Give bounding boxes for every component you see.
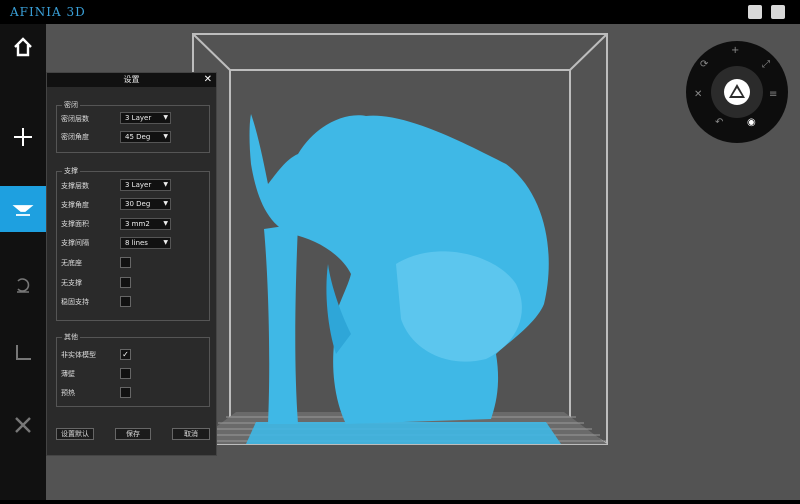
afinia-logo[interactable] (711, 66, 763, 118)
dropdown-arrow-icon: ▼ (163, 181, 168, 188)
seal-angle-label: 密闭角度 (61, 133, 89, 141)
eye-icon[interactable]: ◉ (747, 117, 756, 128)
sidebar-tools-button[interactable] (0, 402, 46, 448)
zoom-in-icon[interactable]: + (731, 45, 739, 56)
support-area-value: 3 mm2 (125, 220, 150, 228)
seal-layers-select[interactable]: 3 Layer ▼ (120, 112, 171, 124)
no-support-checkbox[interactable] (120, 277, 131, 288)
fit-view-icon[interactable]: ⤢ (762, 59, 770, 70)
seal-angle-value: 45 Deg (125, 133, 151, 141)
dropdown-arrow-icon: ▼ (163, 133, 168, 140)
support-area-label: 支撑面积 (61, 220, 89, 228)
afinia-logo-icon (724, 79, 750, 105)
seal-group-title: 密闭 (62, 100, 80, 110)
dropdown-arrow-icon: ▼ (163, 239, 168, 246)
no-base-label: 无底座 (61, 259, 82, 267)
dropdown-arrow-icon: ▼ (163, 200, 168, 207)
seal-layers-label: 密闭层数 (61, 115, 89, 123)
support-layers-value: 3 Layer (125, 181, 152, 189)
dropdown-arrow-icon: ▼ (163, 114, 168, 121)
other-group: 其他 (56, 332, 210, 407)
print-icon (12, 205, 34, 216)
sidebar-print-button[interactable] (0, 186, 46, 232)
move-view-icon[interactable]: ✕ (694, 89, 702, 100)
sidebar-home-button[interactable] (0, 24, 46, 70)
settings-dialog: 设置 ✕ 密闭 密闭层数 3 Layer ▼ 密闭角度 45 Deg ▼ 支撑 支撑… (46, 72, 217, 456)
support-layers-select[interactable]: 3 Layer ▼ (120, 179, 171, 191)
dialog-title-bar: 设置 ✕ (47, 73, 216, 87)
rotate-view-icon[interactable]: ⟳ (700, 59, 708, 70)
dropdown-arrow-icon: ▼ (163, 220, 168, 227)
thin-wall-label: 薄壁 (61, 370, 75, 378)
support-area-select[interactable]: 3 mm2 ▼ (120, 218, 171, 230)
support-group-title: 支撑 (62, 166, 80, 176)
sidebar (0, 24, 46, 500)
stable-support-checkbox[interactable] (120, 296, 131, 307)
cancel-button[interactable]: 取消 (172, 428, 210, 440)
rotate-icon (17, 278, 30, 293)
dialog-title: 设置 (123, 75, 140, 84)
support-angle-value: 30 Deg (125, 200, 151, 208)
support-angle-select[interactable]: 30 Deg ▼ (120, 198, 171, 210)
support-angle-label: 支撑角度 (61, 201, 89, 209)
list-icon[interactable]: ≡ (769, 89, 777, 100)
support-spacing-value: 8 lines (125, 239, 148, 247)
seal-angle-select[interactable]: 45 Deg ▼ (120, 131, 171, 143)
top-bar: AFINIA 3D (0, 0, 800, 24)
thin-wall-checkbox[interactable] (120, 368, 131, 379)
home-icon (14, 37, 32, 57)
non-solid-model-checkbox[interactable]: ✓ (120, 349, 131, 360)
settings-key-icon[interactable] (748, 5, 762, 19)
tshirt-icon[interactable] (771, 5, 785, 19)
add-icon (14, 128, 32, 146)
stable-support-label: 稳固支持 (61, 298, 89, 306)
set-defaults-button[interactable]: 设置默认 (56, 428, 94, 440)
support-layers-label: 支撑层数 (61, 182, 89, 190)
app-logo: AFINIA 3D (10, 5, 86, 19)
seal-layers-value: 3 Layer (125, 114, 152, 122)
save-button[interactable]: 保存 (115, 428, 151, 440)
view-control-ring[interactable]: + ⟳ ⤢ ✕ ≡ ↶ ◉ (686, 41, 788, 143)
calibrate-icon (16, 345, 31, 360)
non-solid-model-label: 非实体模型 (61, 351, 96, 359)
preheat-checkbox[interactable] (120, 387, 131, 398)
close-icon[interactable]: ✕ (204, 73, 212, 87)
tools-icon (15, 417, 31, 433)
other-group-title: 其他 (62, 332, 80, 342)
preheat-label: 预热 (61, 389, 75, 397)
support-spacing-select[interactable]: 8 lines ▼ (120, 237, 171, 249)
sidebar-add-button[interactable] (0, 114, 46, 160)
3d-model (249, 114, 549, 424)
sidebar-calibrate-button[interactable] (0, 330, 46, 376)
no-base-checkbox[interactable] (120, 257, 131, 268)
support-spacing-label: 支撑间隔 (61, 239, 89, 247)
undo-icon[interactable]: ↶ (715, 117, 723, 128)
sidebar-rotate-button[interactable] (0, 262, 46, 308)
no-support-label: 无支撑 (61, 279, 82, 287)
